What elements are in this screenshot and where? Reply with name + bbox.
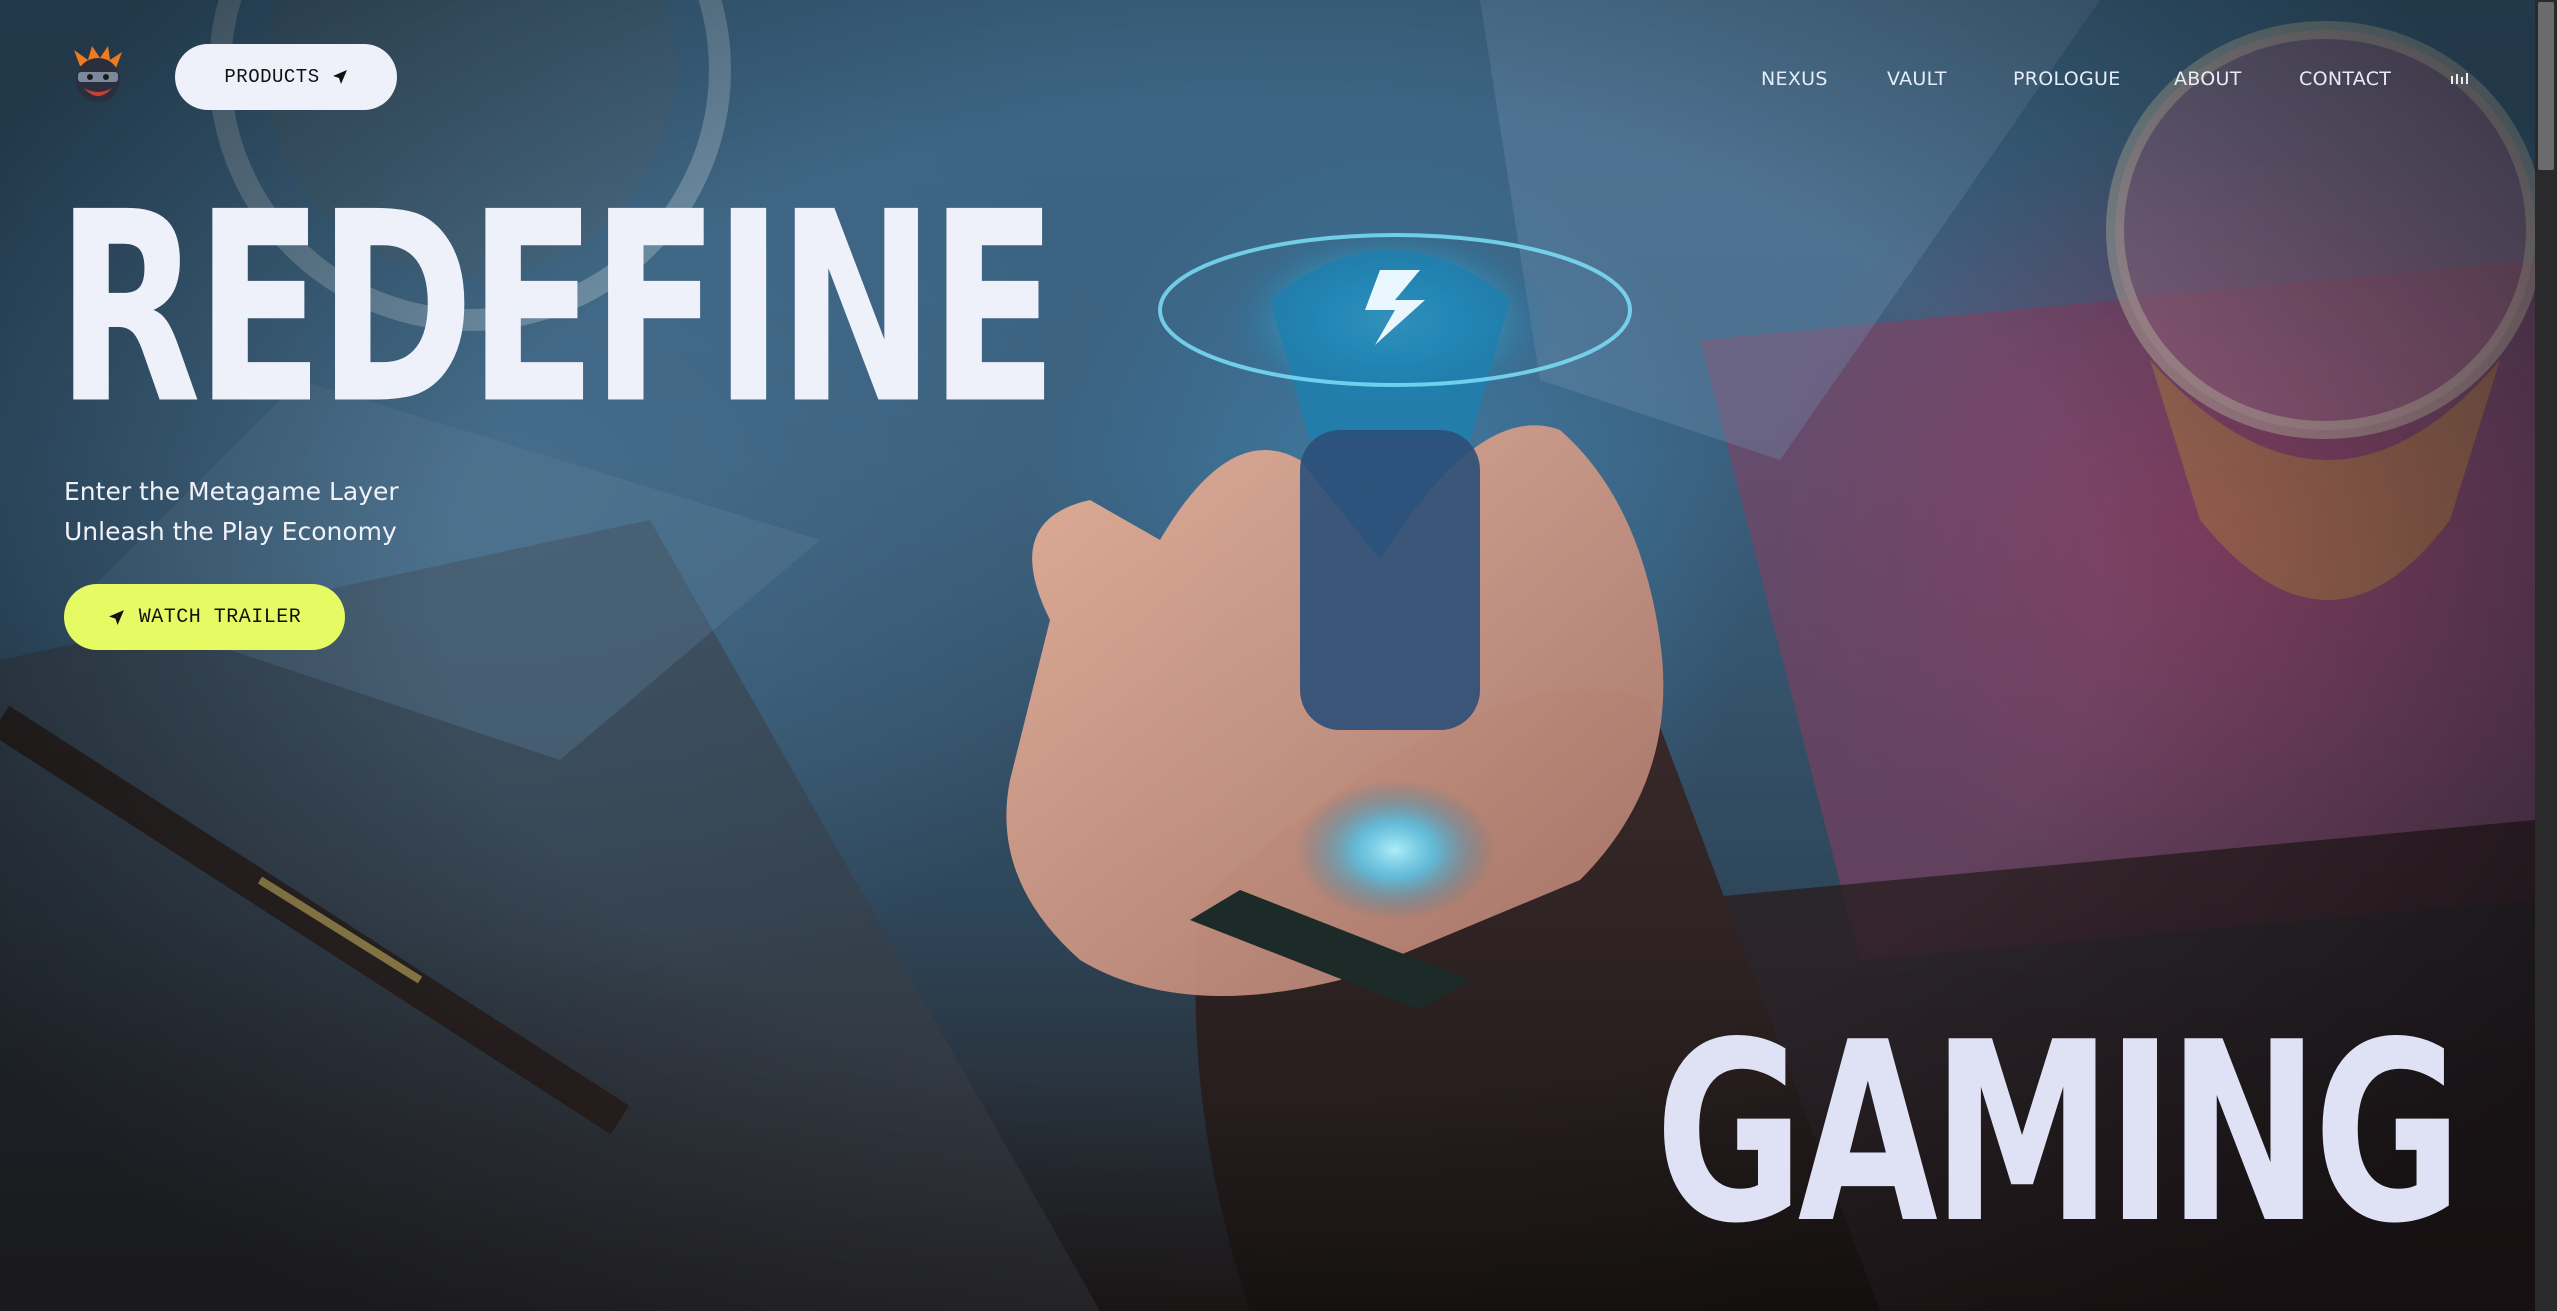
products-button[interactable]: PRODUCTS xyxy=(175,44,397,110)
subtitle-line-1: Enter the Metagame Layer xyxy=(64,477,399,506)
send-arrow-icon xyxy=(332,70,347,84)
hero-subtitle: Enter the Metagame Layer Unleash the Pla… xyxy=(64,472,399,552)
nav-item-contact[interactable]: CONTACT xyxy=(2299,68,2391,90)
watch-trailer-label: WATCH TRAILER xyxy=(138,605,302,629)
page-scrollbar[interactable] xyxy=(2535,0,2557,1311)
nav-item-prologue[interactable]: PROLOGUE xyxy=(2013,68,2121,90)
nav-item-nexus[interactable]: NEXUS xyxy=(1761,68,1828,90)
scrollbar-thumb[interactable] xyxy=(2538,2,2554,170)
products-label: PRODUCTS xyxy=(224,66,320,88)
headline-bottom: GAMING xyxy=(1655,990,2462,1278)
logo-graphic xyxy=(74,46,122,102)
nav-item-about[interactable]: ABOUT xyxy=(2174,68,2242,90)
headline-top: REDEFINE xyxy=(56,156,1058,463)
subtitle-line-2: Unleash the Play Economy xyxy=(64,517,397,546)
ninja-avatar-icon[interactable] xyxy=(66,44,130,108)
nav-item-vault[interactable]: VAULT xyxy=(1887,68,1947,90)
audio-bars-icon[interactable] xyxy=(2451,72,2473,84)
send-arrow-icon xyxy=(108,609,124,625)
watch-trailer-button[interactable]: WATCH TRAILER xyxy=(64,584,345,650)
